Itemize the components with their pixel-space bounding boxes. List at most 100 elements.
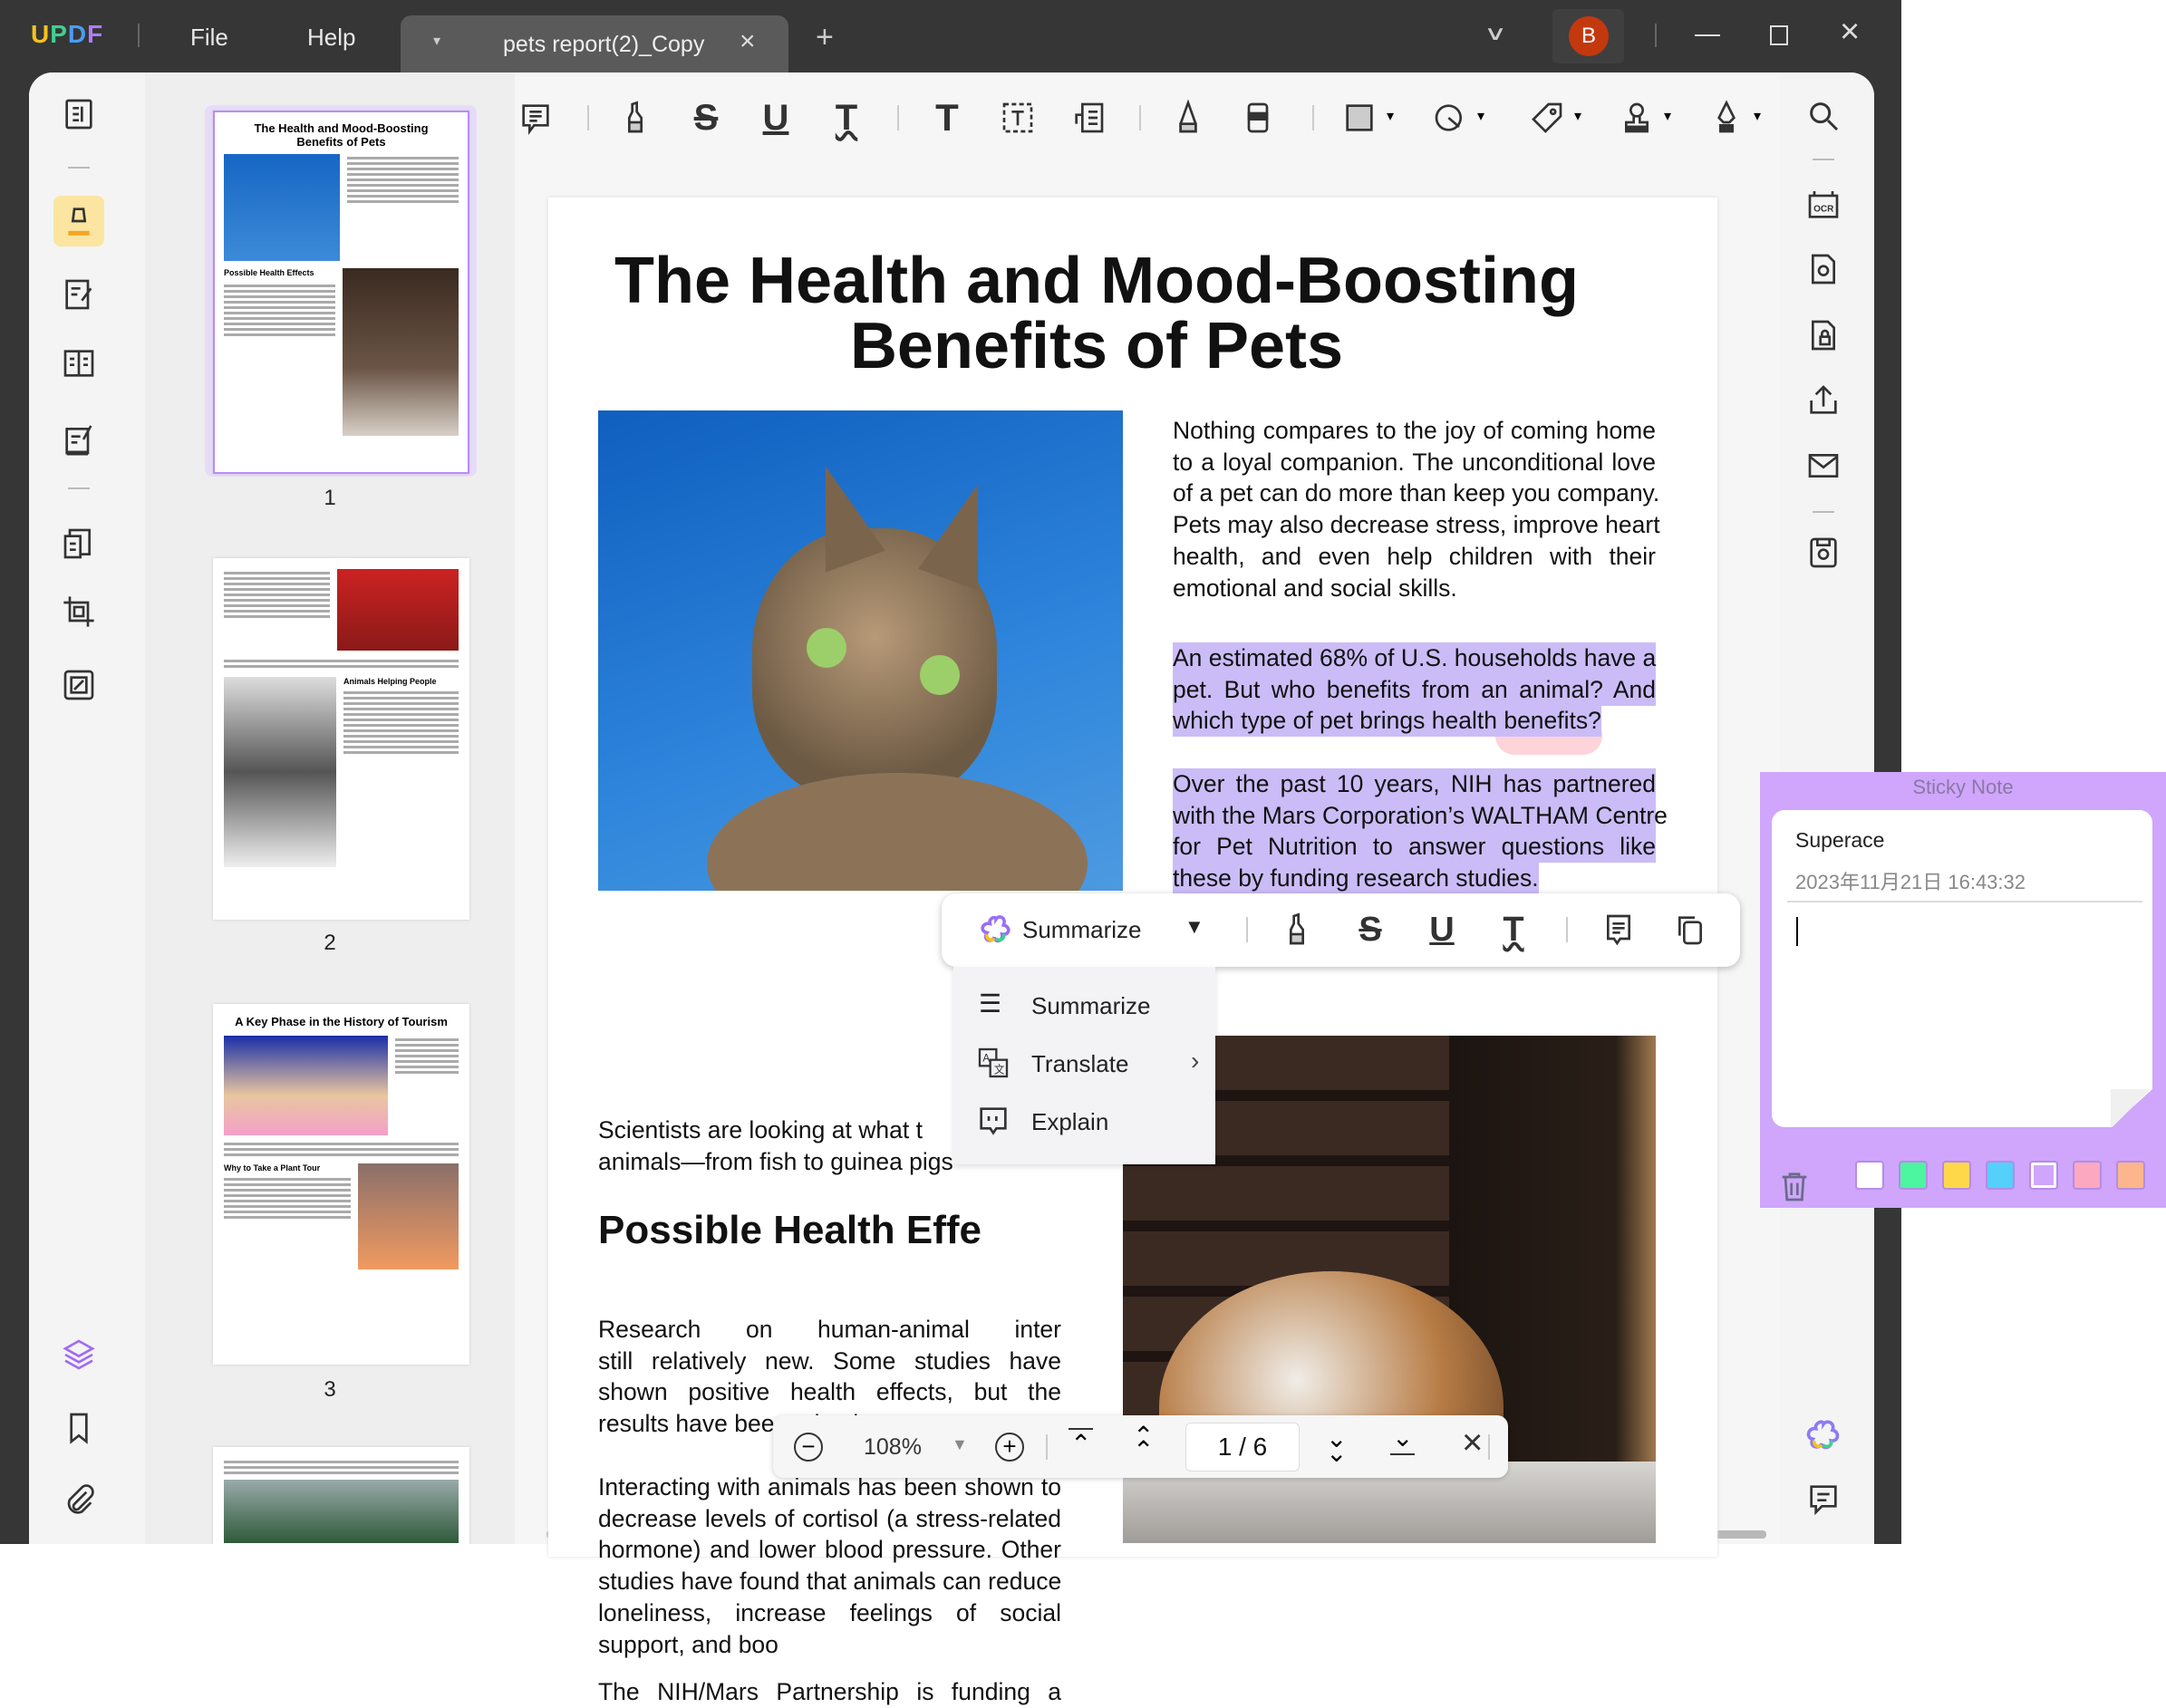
menu-item-translate[interactable]: A文 Translate › — [953, 1036, 1215, 1090]
strikethrough-icon[interactable]: S — [1345, 904, 1396, 955]
shape-icon[interactable] — [1334, 92, 1385, 143]
squiggly-icon[interactable]: T — [1488, 904, 1539, 955]
updf-logo: UPDF — [31, 20, 104, 48]
reader-mode-icon[interactable] — [53, 89, 104, 140]
signature-curve-icon[interactable] — [1425, 92, 1475, 143]
save-icon[interactable] — [1798, 527, 1849, 578]
sticky-note-icon[interactable] — [510, 92, 561, 143]
text-line: still relatively new. Some studies have — [598, 1346, 1061, 1375]
layers-icon[interactable] — [53, 1329, 104, 1380]
attachment-icon[interactable] — [53, 1474, 104, 1525]
previous-page-button[interactable]: ⌃ ⌃ — [1133, 1423, 1154, 1463]
search-icon[interactable] — [1798, 91, 1849, 141]
ai-action-label[interactable]: Summarize — [1022, 916, 1141, 944]
tab-title: pets report(2)_Copy — [503, 32, 705, 57]
highlighter-icon[interactable] — [610, 92, 661, 143]
close-navbar-button[interactable]: × — [1462, 1424, 1483, 1461]
color-swatch[interactable] — [1986, 1161, 2015, 1190]
pen-sign-icon[interactable] — [1701, 92, 1752, 143]
bookmark-icon[interactable] — [53, 1403, 104, 1453]
color-swatch[interactable] — [1942, 1161, 1971, 1190]
color-swatch[interactable] — [1899, 1161, 1928, 1190]
zoom-out-button[interactable]: − — [794, 1433, 823, 1462]
underline-icon[interactable]: U — [1417, 904, 1467, 955]
email-icon[interactable] — [1798, 440, 1849, 491]
page-number-input[interactable]: 1 / 6 — [1185, 1423, 1300, 1472]
thumbnail-page-3[interactable]: A Key Phase in the History of Tourism Wh… — [213, 1004, 469, 1365]
convert-pdf-icon[interactable] — [1798, 244, 1849, 294]
thumbnail-page-4[interactable] — [213, 1447, 469, 1544]
avatar[interactable]: B — [1569, 16, 1609, 56]
doc-title-line-2: Benefits of Pets — [849, 310, 1344, 382]
highlighted-text-line: An estimated 68% of U.S. households have… — [1173, 642, 1656, 674]
close-window-button[interactable]: × — [1840, 14, 1860, 49]
draw-dropdown-icon[interactable]: ▾ — [1477, 107, 1484, 125]
tab-close-icon[interactable]: × — [740, 26, 756, 57]
sign-dropdown-icon[interactable]: ▾ — [1754, 107, 1761, 125]
thumbnail-page-2[interactable]: Animals Helping People — [213, 558, 469, 920]
protect-pdf-icon[interactable] — [1798, 310, 1849, 361]
pencil-icon[interactable] — [1163, 92, 1214, 143]
text-box-icon[interactable] — [992, 92, 1043, 143]
zoom-dropdown-icon[interactable]: ▼ — [952, 1435, 968, 1454]
zoom-in-button[interactable]: + — [995, 1433, 1024, 1462]
ocr-icon[interactable]: OCR — [1798, 179, 1849, 230]
comment-list-icon[interactable] — [1798, 1473, 1849, 1524]
color-swatch[interactable] — [2029, 1161, 2058, 1190]
crop-icon[interactable] — [53, 586, 104, 637]
tag-dropdown-icon[interactable]: ▾ — [1574, 107, 1581, 125]
first-page-button[interactable]: ⌃ — [1068, 1428, 1094, 1459]
menu-item-explain[interactable]: Explain — [953, 1094, 1215, 1148]
text-callout-icon[interactable] — [1063, 92, 1114, 143]
avatar-container[interactable]: B — [1552, 9, 1624, 63]
thumbnail-image — [224, 1480, 459, 1543]
thumbnail-image — [224, 1036, 388, 1135]
minimize-button[interactable] — [1695, 34, 1720, 36]
updf-ai-icon[interactable] — [1798, 1411, 1849, 1462]
menu-item-summarize[interactable]: ☰ Summarize — [953, 978, 1215, 1032]
color-swatch[interactable] — [2073, 1161, 2102, 1190]
divider — [1046, 1434, 1048, 1460]
chevron-down-icon[interactable]: ∨ — [1484, 22, 1507, 45]
thumbnail-page-number: 1 — [324, 486, 336, 510]
convert-icon[interactable] — [53, 518, 104, 569]
menu-file[interactable]: File — [190, 24, 228, 52]
organize-pages-icon[interactable] — [53, 338, 104, 389]
text-line: of a pet can do more than keep you compa… — [1173, 479, 1660, 507]
thumbnail-title: The Health and Mood-Boosting Benefits of… — [254, 121, 429, 149]
zoom-level[interactable]: 108% — [864, 1434, 922, 1461]
thumbnail-eiffel-image — [358, 1163, 459, 1269]
text-comment-icon[interactable]: T — [922, 92, 972, 143]
strikethrough-icon[interactable]: S — [681, 92, 731, 143]
shape-dropdown-icon[interactable]: ▾ — [1387, 107, 1394, 125]
menu-help[interactable]: Help — [307, 24, 355, 52]
sticky-note-card[interactable]: Superace 2023年11月21日 16:43:32 — [1772, 810, 2152, 1127]
tab-dropdown-icon[interactable]: ▾ — [433, 32, 440, 50]
updf-ai-logo-icon[interactable] — [971, 904, 1021, 955]
share-icon[interactable] — [1798, 375, 1849, 426]
tag-icon[interactable] — [1522, 92, 1572, 143]
thumbnail-page-1[interactable]: The Health and Mood-Boosting Benefits of… — [213, 111, 469, 474]
document-tab[interactable]: ▾ pets report(2)_Copy × — [401, 15, 788, 72]
squiggly-icon[interactable]: T — [821, 92, 872, 143]
edit-pdf-icon[interactable] — [53, 269, 104, 320]
eraser-icon[interactable] — [1233, 92, 1283, 143]
text-caret[interactable] — [1796, 917, 1798, 946]
color-swatch[interactable] — [2116, 1161, 2145, 1190]
ai-action-dropdown-icon[interactable]: ▼ — [1185, 915, 1204, 939]
copy-icon[interactable] — [1665, 904, 1716, 955]
new-tab-plus-icon[interactable]: + — [816, 22, 834, 53]
color-swatch[interactable] — [1855, 1161, 1884, 1190]
stamp-icon[interactable] — [1611, 92, 1662, 143]
comment-icon[interactable] — [1593, 904, 1644, 955]
stamp-dropdown-icon[interactable]: ▾ — [1664, 107, 1671, 125]
comment-highlighter-icon[interactable] — [53, 196, 104, 246]
underline-icon[interactable]: U — [750, 92, 801, 143]
next-page-button[interactable]: ⌄ ⌄ — [1326, 1426, 1347, 1466]
last-page-button[interactable]: ⌄ — [1390, 1423, 1416, 1455]
maximize-button[interactable] — [1770, 25, 1788, 45]
fill-sign-icon[interactable] — [53, 414, 104, 465]
compress-icon[interactable] — [53, 660, 104, 710]
trash-icon[interactable] — [1769, 1161, 1820, 1211]
highlight-icon[interactable] — [1272, 904, 1322, 955]
